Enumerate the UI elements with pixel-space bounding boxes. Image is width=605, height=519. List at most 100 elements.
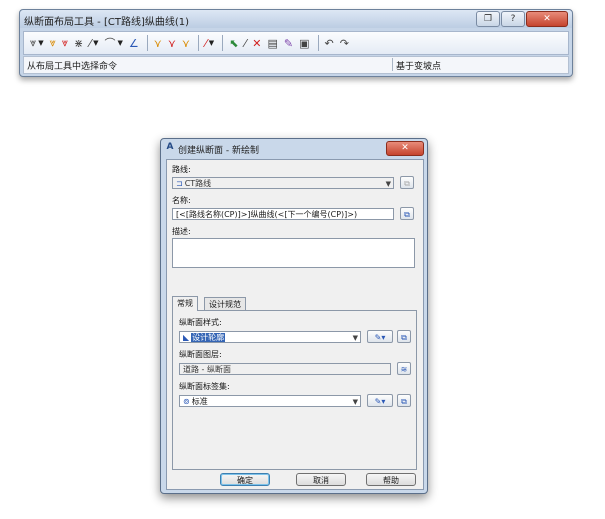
redo-button[interactable]: ↷ xyxy=(338,34,351,52)
chevron-down-icon: ▼ xyxy=(385,180,391,188)
delete-entity-icon: ⁄ xyxy=(244,36,247,50)
curve-settings-button[interactable]: ∠ xyxy=(127,34,141,52)
profile-style-value: 设计轮廓 xyxy=(191,333,226,342)
name-template-button[interactable]: ⧉ xyxy=(400,207,414,220)
edit-grid-icon: ✎ xyxy=(283,36,294,50)
dialog-body: 路线: ⊐ CT路线 ▼ ⧉ 名称: [<[路线名称(CP)]>]纵曲线(<[下一… xyxy=(166,159,424,490)
profile-layer-label: 纵断面图层: xyxy=(179,350,222,359)
name-field[interactable]: [<[路线名称(CP)]>]纵曲线(<[下一个编号(CP)]>) xyxy=(172,208,394,220)
civil3d-logo-icon: A xyxy=(166,142,174,152)
close-button[interactable]: ✕ xyxy=(526,11,568,27)
edit-grid-button[interactable]: ✎ xyxy=(282,34,295,52)
chevron-down-icon[interactable]: ▼ xyxy=(38,39,43,47)
status-command-prompt: 从布局工具中选择命令 xyxy=(27,62,118,72)
profile-style-select[interactable]: ◣ 设计轮廓 ▼ xyxy=(179,331,361,343)
grid-view-icon: ▤ xyxy=(267,36,278,50)
window-controls: ❐ ? ✕ xyxy=(476,11,568,27)
curve-settings-icon: ∠ xyxy=(128,36,139,50)
insert-pvi-button[interactable]: ⩔ xyxy=(48,34,58,52)
delete-entity-button[interactable]: ⁄ xyxy=(242,34,248,52)
alignment-icon: ⊐ xyxy=(176,179,183,188)
pick-icon: ⧉ xyxy=(401,397,407,406)
edit-style-icon: ✎▾ xyxy=(374,397,386,406)
curve-icon: ⌒ xyxy=(104,37,116,50)
toolbar-separator xyxy=(317,35,319,51)
raise-lower-pvis-icon: ⋎ xyxy=(181,36,190,50)
delete-entity-x-button[interactable]: ✕ xyxy=(250,34,263,52)
dialog-title-bar[interactable]: A 创建纵断面 - 新绘制 ✕ xyxy=(161,139,427,157)
profile-style-edit-button[interactable]: ✎▾ xyxy=(367,330,393,343)
layer-icon: ≋ xyxy=(400,365,408,374)
insert-pvis-button[interactable]: ⋎ xyxy=(152,34,164,52)
profile-layer-button[interactable]: ≋ xyxy=(397,362,411,375)
draw-line-button[interactable]: ⁄ ▼ xyxy=(87,34,100,52)
general-tab-panel: 纵断面样式: ◣ 设计轮廓 ▼ ✎▾ ⧉ 纵断面图层: 道路 - 纵断面 ≋ 纵断… xyxy=(172,310,417,470)
select-pvi-icon: ⬉ xyxy=(229,36,239,50)
tab-general[interactable]: 常规 xyxy=(172,296,198,311)
toolbar-separator xyxy=(197,35,199,51)
profile-labelset-value: 标准 xyxy=(191,397,208,406)
edit-template-icon: ⧉ xyxy=(404,210,410,219)
delete-pvis-icon: ⋎ xyxy=(167,36,176,50)
redo-icon: ↷ xyxy=(339,36,349,50)
toolbar-title-bar[interactable]: 纵断面布局工具 - [CT路线]纵曲线(1) ❐ ? ✕ xyxy=(20,10,572,28)
tab-design-criteria[interactable]: 设计规范 xyxy=(204,297,246,311)
insert-pvi-icon: ⩔ xyxy=(49,36,56,49)
description-field[interactable] xyxy=(172,238,415,268)
profile-properties-button[interactable]: ▣ xyxy=(297,34,311,52)
delete-pvi-button[interactable]: ⩔ xyxy=(60,34,70,52)
dialog-title: 创建纵断面 - 新绘制 xyxy=(178,146,259,156)
alignment-label: 路线: xyxy=(172,165,191,174)
ok-button[interactable]: 确定 xyxy=(220,473,270,486)
help-button[interactable]: ? xyxy=(501,11,525,27)
insert-pvis-icon: ⋎ xyxy=(153,36,162,50)
pick-icon: ⧉ xyxy=(404,179,410,188)
delete-x-icon: ✕ xyxy=(252,36,262,50)
move-pvi-icon: ⋇ xyxy=(74,36,84,50)
description-label: 描述: xyxy=(172,227,191,236)
copy-profile-button[interactable]: ⁄ ▼ xyxy=(203,34,216,52)
undo-icon: ↶ xyxy=(324,36,334,50)
toolbar-separator xyxy=(222,35,224,51)
copy-profile-icon: ⁄ xyxy=(204,36,207,50)
create-profile-dialog: A 创建纵断面 - 新绘制 ✕ 路线: ⊐ CT路线 ▼ ⧉ 名称: [<[路线名… xyxy=(160,138,428,494)
restore-button[interactable]: ❐ xyxy=(476,11,500,27)
delete-pvis-button[interactable]: ⋎ xyxy=(166,34,178,52)
chevron-down-icon[interactable]: ▼ xyxy=(93,39,98,47)
edit-style-icon: ✎▾ xyxy=(374,333,386,342)
chevron-down-icon: ▼ xyxy=(352,334,358,342)
draw-tangents-icon: ⩔ xyxy=(30,36,37,49)
name-label: 名称: xyxy=(172,196,191,205)
line-icon: ⁄ xyxy=(89,36,92,50)
draw-curve-button[interactable]: ⌒ ▼ xyxy=(103,34,125,52)
profile-labelset-label: 纵断面标签集: xyxy=(179,382,230,391)
pick-alignment-button[interactable]: ⧉ xyxy=(400,176,414,189)
alignment-select[interactable]: ⊐ CT路线 ▼ xyxy=(172,177,394,189)
select-pvi-button[interactable]: ⬉ xyxy=(227,34,240,52)
status-mode: 基于变坡点 xyxy=(396,62,442,72)
draw-tangents-button[interactable]: ⩔ ▼ xyxy=(28,34,46,52)
profile-style-pick-button[interactable]: ⧉ xyxy=(397,330,411,343)
toolbar-separator xyxy=(146,35,148,51)
profile-layout-toolbar-window: 纵断面布局工具 - [CT路线]纵曲线(1) ❐ ? ✕ ⩔ ▼ ⩔ ⩔ ⋇ ⁄ ▼… xyxy=(19,9,573,77)
dialog-close-button[interactable]: ✕ xyxy=(386,141,424,156)
toolbar-status-bar: 从布局工具中选择命令 基于变坡点 xyxy=(23,56,569,74)
chevron-down-icon[interactable]: ▼ xyxy=(209,39,214,47)
cancel-button[interactable]: 取消 xyxy=(296,473,346,486)
move-pvi-button[interactable]: ⋇ xyxy=(72,34,85,52)
toolbar-button-strip: ⩔ ▼ ⩔ ⩔ ⋇ ⁄ ▼ ⌒ ▼ ∠ ⋎ ⋎ ⋎ ⁄ ▼ ⬉ ⁄ ✕ ▤ ✎ ▣ ↶ … xyxy=(23,31,569,55)
raise-lower-pvis-button[interactable]: ⋎ xyxy=(180,34,192,52)
grid-view-button[interactable]: ▤ xyxy=(265,34,279,52)
alignment-value: CT路线 xyxy=(184,179,212,188)
profile-labelset-pick-button[interactable]: ⧉ xyxy=(397,394,411,407)
toolbar-title: 纵断面布局工具 - [CT路线]纵曲线(1) xyxy=(24,17,190,28)
profile-style-label: 纵断面样式: xyxy=(179,318,222,327)
profile-properties-icon: ▣ xyxy=(299,36,310,50)
undo-button[interactable]: ↶ xyxy=(323,34,336,52)
help-button[interactable]: 帮助 xyxy=(366,473,416,486)
labelset-icon: ⊚ xyxy=(183,397,190,406)
chevron-down-icon[interactable]: ▼ xyxy=(118,39,123,47)
profile-labelset-edit-button[interactable]: ✎▾ xyxy=(367,394,393,407)
profile-labelset-select[interactable]: ⊚ 标准 ▼ xyxy=(179,395,361,407)
chevron-down-icon: ▼ xyxy=(352,398,358,406)
